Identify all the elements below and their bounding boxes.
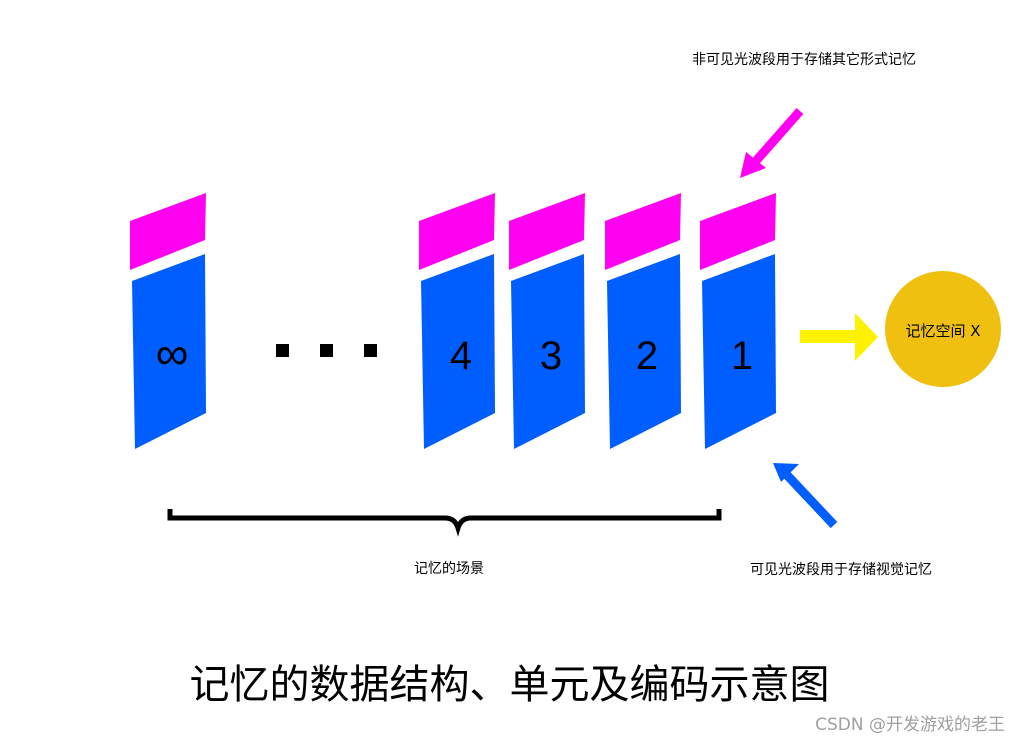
memory-unit: ∞ <box>130 193 206 449</box>
memory-unit: 3 <box>509 193 585 449</box>
watermark: CSDN @开发游戏的老王 <box>815 715 1005 735</box>
diagram-title: 记忆的数据结构、单元及编码示意图 <box>189 662 830 708</box>
unit-label: 4 <box>450 334 472 378</box>
scene-label: 记忆的场景 <box>414 561 484 577</box>
memory-space-label: 记忆空间 X <box>905 322 981 340</box>
memory-unit: 2 <box>605 193 681 449</box>
visible-band-label: 可见光波段用于存储视觉记忆 <box>750 562 932 578</box>
unit-label: 1 <box>731 334 753 378</box>
unit-label: ∞ <box>156 327 189 379</box>
memory-unit: 4 <box>419 193 495 449</box>
unit-label: 2 <box>636 334 658 378</box>
magenta-arrow <box>740 108 804 178</box>
scene-brace <box>167 509 722 537</box>
memory-unit: 1 <box>700 193 776 449</box>
invisible-band-label: 非可见光波段用于存储其它形式记忆 <box>692 52 916 68</box>
ellipsis-dots <box>276 344 377 357</box>
diagram-canvas: ∞ 4 3 2 1 <box>130 108 1001 537</box>
blue-arrow <box>773 463 838 529</box>
unit-label: 3 <box>540 334 562 378</box>
yellow-arrow <box>800 313 878 361</box>
